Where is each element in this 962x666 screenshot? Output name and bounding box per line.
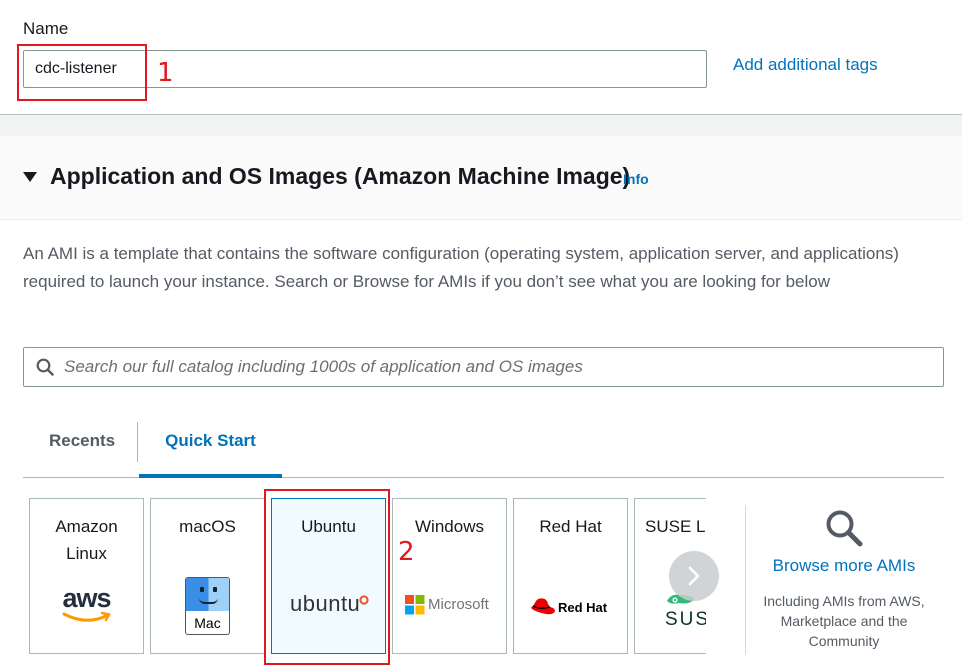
add-additional-tags-link[interactable]: Add additional tags <box>733 55 878 75</box>
annotation-number-1: 1 <box>157 58 174 88</box>
carousel-next-button[interactable] <box>669 551 719 601</box>
microsoft-windows-icon <box>405 595 425 615</box>
caret-down-icon[interactable] <box>23 172 37 182</box>
aws-smile-icon <box>62 611 111 622</box>
ami-search-box[interactable] <box>23 347 944 387</box>
annotation-box-2 <box>264 489 390 665</box>
ami-card-windows[interactable]: Windows Microsoft <box>392 498 507 654</box>
ami-card-title: Windows <box>415 517 484 536</box>
tab-divider <box>137 422 138 462</box>
ami-card-red-hat[interactable]: Red Hat Red Hat <box>513 498 628 654</box>
chevron-right-icon <box>688 566 700 586</box>
name-label: Name <box>23 19 69 38</box>
redhat-logo: Red Hat <box>514 579 627 629</box>
microsoft-logo-text: Microsoft <box>428 596 489 613</box>
ami-search-input[interactable] <box>64 348 924 386</box>
ami-tabs: Recents Quick Start <box>23 420 944 478</box>
tab-quick-start[interactable]: Quick Start <box>139 420 282 478</box>
ami-card-amazon-linux[interactable]: Amazon Linux aws <box>29 498 144 654</box>
browse-more-amis-description: Including AMIs from AWS, Marketplace and… <box>763 593 925 649</box>
search-icon <box>36 358 54 376</box>
browse-more-amis-link[interactable]: Browse more AMIs <box>746 556 942 576</box>
ami-card-title: Red Hat <box>539 517 602 536</box>
ami-card-title: macOS <box>179 517 236 536</box>
tab-recents[interactable]: Recents <box>49 420 115 478</box>
section-title: Application and OS Images (Amazon Machin… <box>50 163 631 189</box>
search-icon[interactable] <box>824 508 864 548</box>
redhat-logo-text: Red Hat <box>558 600 608 615</box>
aws-logo-text: aws <box>62 583 111 613</box>
ami-card-macos[interactable]: macOS Mac <box>150 498 265 654</box>
annotation-box-1 <box>17 44 147 101</box>
section-separator <box>0 114 962 136</box>
mac-logo-text: Mac <box>194 615 221 631</box>
microsoft-logo: Microsoft <box>393 579 506 629</box>
suse-logo-text: SUSI <box>665 609 706 630</box>
ami-card-title: Amazon Linux <box>55 517 118 563</box>
annotation-number-2: 2 <box>398 537 415 567</box>
redhat-hat-icon <box>531 598 555 615</box>
section-description: An AMI is a template that contains the s… <box>23 244 899 291</box>
info-link[interactable]: Info <box>623 171 649 187</box>
aws-logo: aws <box>30 579 143 629</box>
finder-icon: Mac <box>185 577 230 635</box>
ami-card-title: SUSE Li <box>645 517 706 536</box>
